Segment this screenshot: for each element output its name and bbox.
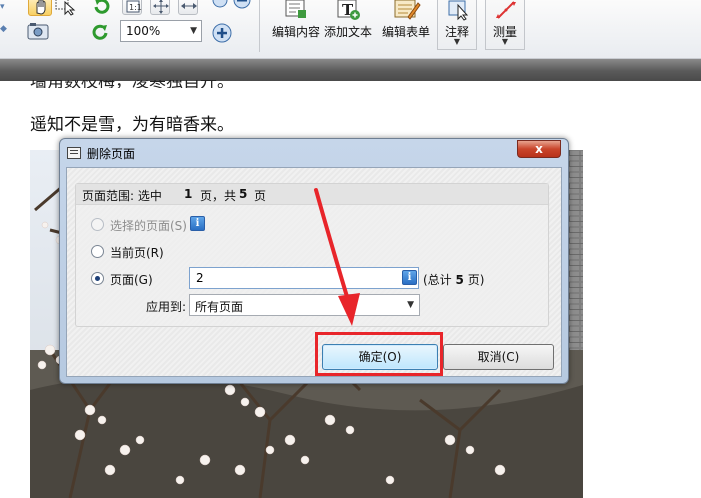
pages-input-box: i	[189, 267, 419, 289]
chevron-down-icon: ▼	[407, 300, 414, 310]
rotate-counterclockwise-icon[interactable]	[92, 0, 110, 15]
dialog-window-icon	[67, 147, 81, 159]
hand-tool-button[interactable]	[28, 0, 52, 16]
range-prefix: 页面范围: 选中	[82, 189, 162, 203]
measure-dropdown[interactable]: 测量 ▼	[485, 0, 525, 50]
fit-page-icon	[153, 0, 169, 14]
document-text-line: 遥知不是雪，为有暗香来。	[30, 115, 234, 135]
pages-input[interactable]	[190, 268, 401, 288]
annotate-dropdown[interactable]: 注释 ▼	[437, 0, 477, 50]
measure-ruler-icon	[496, 1, 516, 19]
zoom-select[interactable]: 100% ▼	[120, 20, 202, 42]
main-toolbar: ▾ ◆ 1:1 100% ▼ 编辑内容 T 添加文本 编辑表单 注释 ▼ 测量 …	[0, 0, 701, 59]
svg-text:1:1: 1:1	[129, 3, 142, 12]
zoom-value: 100%	[126, 24, 161, 38]
edit-form-button[interactable]: 编辑表单	[378, 0, 434, 50]
add-text-label: 添加文本	[323, 25, 372, 39]
total-count: 5	[239, 187, 248, 201]
rotate-clockwise-icon[interactable]	[92, 22, 110, 42]
fit-width-button[interactable]	[178, 0, 198, 15]
close-button[interactable]: x	[517, 140, 561, 158]
apply-to-value: 所有页面	[195, 300, 244, 314]
zoom-out-group	[212, 0, 252, 11]
total-prefix: (总计	[423, 273, 452, 287]
total-pages-note: (总计 5 页)	[423, 271, 484, 288]
highlight-box	[315, 332, 443, 376]
chevron-down-icon: ▼	[453, 37, 461, 46]
edit-content-icon	[285, 0, 306, 18]
chevron-right-icon[interactable]: ◆	[0, 24, 7, 34]
info-icon[interactable]: i	[190, 216, 205, 231]
selected-count: 1	[184, 187, 193, 201]
chevron-down-icon: ▼	[190, 26, 197, 36]
current-page-label: 当前页(R)	[110, 246, 164, 260]
apply-to-select[interactable]: 所有页面 ▼	[189, 294, 420, 316]
chevron-down-icon[interactable]: ▾	[0, 2, 5, 12]
pages-label: 页面(G)	[110, 273, 153, 287]
fit-page-button[interactable]	[150, 0, 170, 15]
add-text-button[interactable]: T 添加文本	[322, 0, 374, 50]
apply-to-label: 应用到:	[146, 300, 187, 314]
edit-form-label: 编辑表单	[381, 25, 430, 39]
select-arrow-icon[interactable]	[55, 0, 77, 16]
edit-form-icon	[394, 0, 421, 20]
snapshot-camera-icon[interactable]	[27, 22, 49, 40]
edit-content-button[interactable]: 编辑内容	[270, 0, 322, 50]
actual-size-button[interactable]: 1:1	[122, 0, 142, 15]
selected-pages-label: 选择的页面(S)	[110, 219, 187, 233]
pages-radio[interactable]	[91, 272, 104, 285]
info-icon[interactable]: i	[402, 270, 417, 285]
current-page-radio[interactable]	[91, 245, 104, 258]
chevron-down-icon: ▼	[501, 37, 509, 46]
fit-width-icon	[181, 3, 197, 9]
selected-pages-radio[interactable]	[91, 218, 104, 231]
document-text-line-partial: 墙角数枝梅，凌寒独自开。	[30, 80, 234, 88]
annotate-icon	[448, 0, 469, 21]
total-pages-count: 5	[455, 273, 464, 287]
total-suffix: 页)	[467, 273, 485, 287]
add-text-icon: T	[337, 0, 360, 20]
page-range-header: 页面范围: 选中 1 页，共 5 页	[76, 184, 548, 205]
zoom-in-icon[interactable]	[211, 22, 233, 44]
toolbar-divider	[259, 0, 260, 52]
cancel-button[interactable]: 取消(C)	[443, 344, 554, 370]
edit-content-label: 编辑内容	[271, 25, 320, 39]
hand-icon	[36, 0, 46, 15]
range-mid: 页，共	[200, 189, 237, 203]
close-icon: x	[535, 142, 543, 156]
toolbar-shadow-band	[0, 59, 701, 81]
dialog-title: 删除页面	[87, 147, 136, 161]
range-suffix: 页	[254, 189, 267, 203]
actual-size-icon: 1:1	[126, 0, 142, 13]
